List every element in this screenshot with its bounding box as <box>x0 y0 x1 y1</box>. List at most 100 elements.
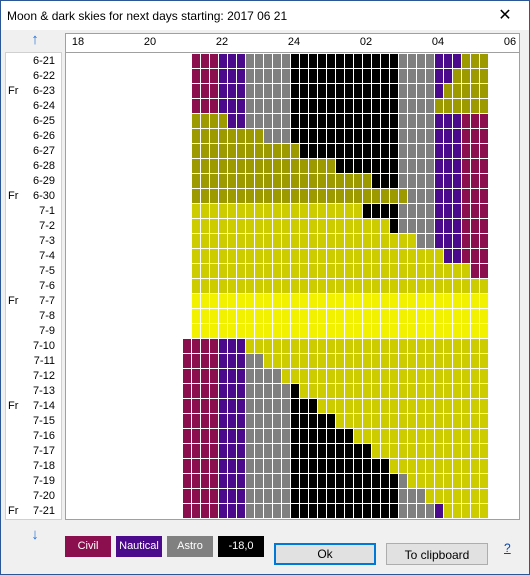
grid-cell <box>390 204 398 218</box>
grid-cell <box>282 459 290 473</box>
day-row[interactable]: 6-28 <box>6 159 61 174</box>
grid-cell <box>327 459 335 473</box>
day-row[interactable]: 7-10 <box>6 339 61 354</box>
grid-cell <box>354 279 362 293</box>
grid-cell <box>255 279 263 293</box>
day-row[interactable]: Fr 6-30 <box>6 189 61 204</box>
day-row[interactable]: 7-1 <box>6 204 61 219</box>
day-row[interactable]: 7-4 <box>6 249 61 264</box>
grid-cell <box>444 339 452 353</box>
grid-cell <box>345 114 353 128</box>
grid-cell <box>354 309 362 323</box>
day-row[interactable]: 6-26 <box>6 129 61 144</box>
day-row[interactable]: 7-15 <box>6 414 61 429</box>
grid-cell <box>264 384 272 398</box>
grid-cell <box>336 414 344 428</box>
grid-cell <box>345 204 353 218</box>
grid-cell <box>345 54 353 68</box>
grid-cell <box>255 399 263 413</box>
grid-cell <box>210 429 218 443</box>
day-row[interactable]: 7-3 <box>6 234 61 249</box>
grid-cell <box>408 504 416 518</box>
grid-cell <box>435 234 443 248</box>
grid-cell <box>291 144 299 158</box>
grid-cell <box>255 369 263 383</box>
grid-cell <box>273 279 281 293</box>
grid-cell <box>273 234 281 248</box>
grid-cell <box>237 234 245 248</box>
ok-button[interactable]: Ok <box>274 543 376 565</box>
grid-cell <box>192 369 200 383</box>
close-icon[interactable]: ✕ <box>483 1 527 30</box>
day-row[interactable]: 7-20 <box>6 489 61 504</box>
grid-cell <box>210 99 218 113</box>
grid-cell <box>354 54 362 68</box>
grid-cell <box>453 144 461 158</box>
day-row[interactable]: Fr 7-7 <box>6 294 61 309</box>
grid-cell <box>471 444 479 458</box>
grid-cell <box>471 414 479 428</box>
day-row[interactable]: 7-11 <box>6 354 61 369</box>
day-row[interactable]: 6-27 <box>6 144 61 159</box>
grid-cell <box>336 474 344 488</box>
grid-cell <box>219 489 227 503</box>
day-row[interactable]: 7-5 <box>6 264 61 279</box>
grid-cell <box>444 294 452 308</box>
day-row[interactable]: 6-24 <box>6 99 61 114</box>
day-row[interactable]: 7-6 <box>6 279 61 294</box>
date-label: 6-30 <box>32 190 55 202</box>
day-row[interactable]: 6-21 <box>6 54 61 69</box>
grid-cell <box>246 204 254 218</box>
grid-cell <box>381 429 389 443</box>
grid-cell <box>255 234 263 248</box>
grid-cell <box>246 129 254 143</box>
day-row[interactable]: 7-9 <box>6 324 61 339</box>
grid-cell <box>219 69 227 83</box>
day-row[interactable]: Fr 7-14 <box>6 399 61 414</box>
day-row[interactable]: 7-18 <box>6 459 61 474</box>
day-row[interactable]: 6-22 <box>6 69 61 84</box>
scroll-up-arrow-icon[interactable]: ↑ <box>28 32 42 48</box>
grid-cell <box>354 69 362 83</box>
grid-cell <box>444 69 452 83</box>
day-row[interactable]: 6-29 <box>6 174 61 189</box>
grid-cell <box>291 159 299 173</box>
grid-cell <box>417 189 425 203</box>
day-row[interactable]: Fr 7-21 <box>6 504 61 519</box>
grid-cell <box>264 309 272 323</box>
grid-cell <box>219 459 227 473</box>
scroll-down-arrow-icon[interactable]: ↓ <box>28 527 42 543</box>
grid-cell <box>210 69 218 83</box>
grid-cell <box>228 54 236 68</box>
grid-cell <box>354 114 362 128</box>
grid-cell <box>354 204 362 218</box>
day-row[interactable]: 6-25 <box>6 114 61 129</box>
day-row[interactable]: Fr 6-23 <box>6 84 61 99</box>
grid-cell <box>480 69 488 83</box>
grid-cell <box>237 399 245 413</box>
grid-cell <box>381 54 389 68</box>
grid-cell <box>426 129 434 143</box>
grid-cell <box>219 189 227 203</box>
day-row[interactable]: 7-12 <box>6 369 61 384</box>
grid-cell <box>327 444 335 458</box>
day-row[interactable]: 7-8 <box>6 309 61 324</box>
grid-cell <box>282 84 290 98</box>
date-label: 7-11 <box>33 355 55 367</box>
grid-cell <box>471 234 479 248</box>
grid-cell <box>453 129 461 143</box>
day-row[interactable]: 7-16 <box>6 429 61 444</box>
day-row[interactable]: 7-19 <box>6 474 61 489</box>
day-row[interactable]: 7-2 <box>6 219 61 234</box>
to-clipboard-button[interactable]: To clipboard <box>386 543 488 565</box>
day-row[interactable]: 7-13 <box>6 384 61 399</box>
grid-cell <box>264 219 272 233</box>
grid-cell <box>264 69 272 83</box>
day-row[interactable]: 7-17 <box>6 444 61 459</box>
grid-cell <box>480 174 488 188</box>
grid-cell <box>363 99 371 113</box>
grid-cell <box>336 339 344 353</box>
help-link[interactable]: ? <box>504 541 511 555</box>
grid-cell <box>201 474 209 488</box>
grid-cell <box>426 354 434 368</box>
